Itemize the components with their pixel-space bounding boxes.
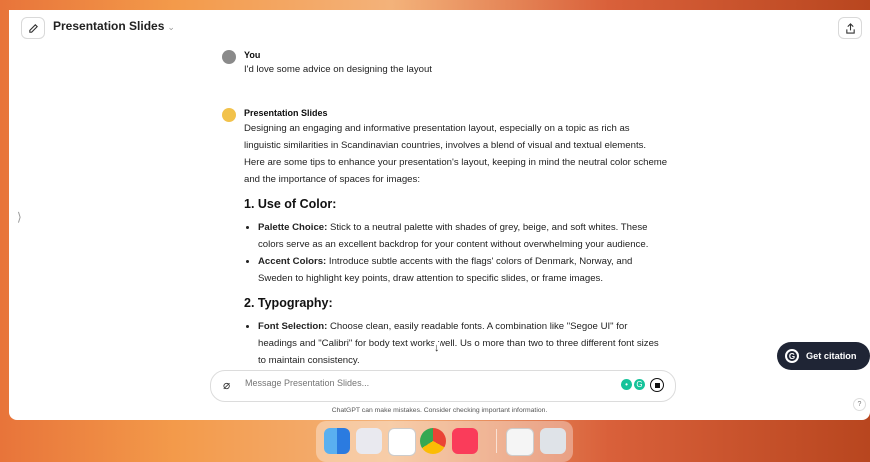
reminders-icon[interactable] [388, 428, 416, 456]
music-icon[interactable] [452, 428, 478, 454]
launchpad-icon[interactable] [356, 428, 382, 454]
user-author: You [244, 50, 261, 60]
help-button[interactable]: ? [853, 398, 866, 411]
share-button[interactable] [838, 17, 862, 39]
user-message: You I'd love some advice on designing th… [222, 50, 662, 80]
assistant-avatar [222, 108, 236, 122]
share-icon [845, 22, 855, 34]
disclaimer: ChatGPT can make mistakes. Consider chec… [331, 407, 548, 414]
user-message-text: I'd love some advice on designing the la… [244, 64, 432, 75]
dock-separator [496, 429, 497, 453]
list-item: Accent Colors: Introduce subtle accents … [258, 253, 669, 287]
user-avatar [222, 50, 236, 64]
grammarly-icon: G [634, 379, 645, 390]
assistant-author: Presentation Slides [244, 108, 328, 118]
section-heading: 1. Use of Color: [244, 197, 337, 211]
get-citation-label: Get citation [806, 351, 857, 361]
section-list: Font Selection: Choose clean, easily rea… [244, 318, 669, 369]
trash-icon[interactable] [540, 428, 566, 454]
message-composer: ⌀ • G [210, 370, 676, 402]
new-chat-button[interactable] [21, 17, 45, 39]
edit-icon [28, 23, 38, 33]
assistant-message-content: Designing an engaging and informative pr… [244, 120, 669, 369]
chevron-down-icon: ⌄ [167, 22, 175, 32]
message-input[interactable] [243, 377, 567, 389]
chat-title-label: Presentation Slides [53, 19, 165, 33]
preview-icon[interactable] [506, 428, 534, 456]
chrome-icon[interactable] [420, 428, 446, 454]
section-heading: 2. Typography: [244, 296, 333, 310]
grammarly-status-icon: • [621, 379, 632, 390]
get-citation-button[interactable]: G Get citation [777, 342, 870, 370]
attach-icon[interactable]: ⌀ [223, 378, 230, 392]
chat-title[interactable]: Presentation Slides ⌄ [53, 19, 175, 33]
dock [316, 421, 573, 462]
arrow-down-icon: ↓ [434, 342, 440, 354]
assistant-intro: Designing an engaging and informative pr… [244, 123, 668, 185]
grammarly-icon: G [785, 349, 799, 363]
sidebar-toggle-icon[interactable]: ⟩ [17, 210, 22, 224]
chat-window: Presentation Slides ⌄ ⟩ You I'd love some… [9, 10, 870, 420]
finder-icon[interactable] [324, 428, 350, 454]
list-item: Font Selection: Choose clean, easily rea… [258, 318, 669, 369]
grammarly-widget[interactable]: • G [621, 379, 645, 390]
scroll-down-button[interactable]: ↓ [434, 342, 440, 354]
top-bar: Presentation Slides ⌄ [9, 10, 870, 44]
stop-generating-button[interactable] [650, 378, 664, 392]
stop-icon [654, 382, 660, 388]
section-list: Palette Choice: Stick to a neutral palet… [244, 219, 669, 287]
list-item: Palette Choice: Stick to a neutral palet… [258, 219, 669, 253]
